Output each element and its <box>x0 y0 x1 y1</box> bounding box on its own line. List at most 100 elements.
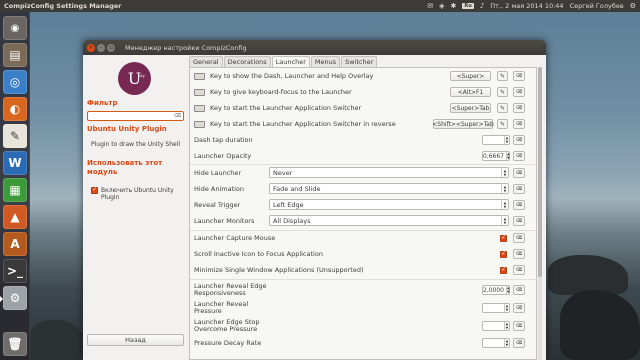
setting-row: Minimize Single Window Applications (Uns… <box>194 264 534 276</box>
dash-icon[interactable]: ◉ <box>3 16 27 40</box>
reset-icon[interactable]: ⌫ <box>513 233 525 243</box>
pressure-decay-rate-spinner[interactable]: ▲ ▼ <box>482 338 510 348</box>
user-name[interactable]: Сергей Голубев <box>570 2 624 10</box>
chevron-down-icon: ▲ ▼ <box>501 168 508 177</box>
window-titlebar[interactable]: × – ▫ Менеджер настройки CompizConfig <box>83 40 546 55</box>
maximize-icon[interactable]: ▫ <box>107 43 115 52</box>
bluetooth-icon[interactable]: ✱ <box>451 2 457 10</box>
edit-icon[interactable]: ✎ <box>497 119 508 129</box>
top-panel: CompizConfig Settings Manager ✉ ◈ ✱ Ru ♪… <box>0 0 640 12</box>
filter-heading: Фильтр <box>87 99 118 107</box>
setting-label: Hide Launcher <box>194 168 242 177</box>
hide-launcher-select[interactable]: Never ▲ ▼ <box>269 167 509 178</box>
reveal-trigger-select[interactable]: Left Edge ▲ ▼ <box>269 199 509 210</box>
chevron-down-icon: ▲ ▼ <box>501 184 508 193</box>
tab-switcher[interactable]: Switcher <box>341 56 378 67</box>
close-icon[interactable]: × <box>87 43 95 52</box>
reset-icon[interactable]: ⌫ <box>513 119 525 129</box>
setting-label: Launcher Reveal Pressure <box>194 300 249 315</box>
firefox-icon[interactable]: ◐ <box>3 97 27 121</box>
divider <box>190 164 538 165</box>
launcher-settings-panel: Key to show the Dash, Launcher and Help … <box>189 67 538 360</box>
scrollbar-thumb[interactable] <box>538 67 542 277</box>
volume-icon[interactable]: ♪ <box>480 2 484 10</box>
reset-icon[interactable]: ⌫ <box>513 200 525 210</box>
ccsm-icon[interactable]: ⚙ <box>0 286 27 310</box>
setting-label: Launcher Edge Stop Overcome Pressure <box>194 318 260 333</box>
files-icon[interactable]: ▤ <box>3 43 27 67</box>
reset-icon[interactable]: ⌫ <box>513 103 525 113</box>
setting-row: Scroll Inactive Icon to Focus Applicatio… <box>194 248 534 260</box>
reset-icon[interactable]: ⌫ <box>513 151 525 161</box>
key-binding-button[interactable]: <Shift><Super>Tab <box>432 119 494 129</box>
reset-icon[interactable]: ⌫ <box>513 249 525 259</box>
trash-icon[interactable]: 🗑 <box>3 332 27 356</box>
keyboard-icon <box>194 104 205 112</box>
plugin-sidebar: Unity Фильтр ⌫ Ubuntu Unity Plugin Plugi… <box>83 55 186 360</box>
text-editor-icon[interactable]: ✎ <box>3 124 27 148</box>
reset-icon[interactable]: ⌫ <box>513 285 525 295</box>
tab-general[interactable]: General <box>189 56 223 67</box>
setting-label: Hide Animation <box>194 184 245 193</box>
edit-icon[interactable]: ✎ <box>497 87 508 97</box>
tab-launcher[interactable]: Launcher <box>271 56 310 67</box>
checkbox-icon[interactable] <box>91 186 98 194</box>
minimize-icon[interactable]: – <box>97 43 105 52</box>
reset-icon[interactable]: ⌫ <box>513 87 525 97</box>
tab-decorations[interactable]: Decorations <box>223 56 271 67</box>
gear-icon[interactable]: ⚙ <box>630 2 636 10</box>
back-button[interactable]: Назад <box>87 334 184 346</box>
clear-filter-icon[interactable]: ⌫ <box>174 113 181 119</box>
terminal-icon[interactable]: >_ <box>3 259 27 283</box>
edit-icon[interactable]: ✎ <box>497 71 508 81</box>
setting-label: Pressure Decay Rate <box>194 338 262 347</box>
keyboard-icon <box>194 88 205 96</box>
hide-animation-select[interactable]: Fade and Slide ▲ ▼ <box>269 183 509 194</box>
filter-input[interactable]: ⌫ <box>87 111 184 121</box>
ubuntu-software-icon[interactable]: A <box>3 232 27 256</box>
reveal-pressure-spinner[interactable]: ▲ ▼ <box>482 303 510 313</box>
window-title: Менеджер настройки CompizConfig <box>125 43 247 52</box>
minimize-single-window-checkbox[interactable] <box>500 266 507 274</box>
reset-icon[interactable]: ⌫ <box>513 71 525 81</box>
libreoffice-impress-icon[interactable]: ▲ <box>3 205 27 229</box>
settings-scrollbar[interactable] <box>538 67 542 360</box>
reset-icon[interactable]: ⌫ <box>513 338 525 348</box>
launcher-opacity-spinner[interactable]: 0,6667 ▲ ▼ <box>482 151 510 161</box>
reset-icon[interactable]: ⌫ <box>513 168 525 178</box>
active-app-title: CompizConfig Settings Manager <box>4 2 122 10</box>
reset-icon[interactable]: ⌫ <box>513 303 525 313</box>
wallpaper-rock <box>548 255 628 295</box>
reset-icon[interactable]: ⌫ <box>513 135 525 145</box>
libreoffice-writer-icon[interactable]: W <box>3 151 27 175</box>
key-binding-button[interactable]: <Super> <box>450 71 491 81</box>
tab-menus[interactable]: Menus <box>310 56 341 67</box>
reveal-edge-responsiveness-spinner[interactable]: 2,0000 ▲ ▼ <box>482 285 510 295</box>
dash-tap-duration-spinner[interactable]: ▲ ▼ <box>482 135 510 145</box>
clock[interactable]: Пт., 2 мая 2014 10:44 <box>490 2 563 10</box>
key-binding-button[interactable]: <Alt>F1 <box>450 87 491 97</box>
reset-icon[interactable]: ⌫ <box>513 184 525 194</box>
keyboard-icon <box>194 72 205 80</box>
key-binding-button[interactable]: <Super>Tab <box>450 103 491 113</box>
chevron-down-icon: ▲ ▼ <box>501 200 508 209</box>
launcher-capture-mouse-checkbox[interactable] <box>500 234 507 242</box>
edit-icon[interactable]: ✎ <box>497 103 508 113</box>
setting-label: Launcher Opacity <box>194 151 252 160</box>
reset-icon[interactable]: ⌫ <box>513 321 525 331</box>
tab-bar: General Decorations Launcher Menus Switc… <box>189 56 544 67</box>
use-plugin-heading: Использовать этот модуль <box>87 159 163 176</box>
reset-icon[interactable]: ⌫ <box>513 265 525 275</box>
libreoffice-calc-icon[interactable]: ▦ <box>3 178 27 202</box>
reset-icon[interactable]: ⌫ <box>513 216 525 226</box>
edge-stop-pressure-spinner[interactable]: ▲ ▼ <box>482 321 510 331</box>
mail-icon[interactable]: ✉ <box>427 2 433 10</box>
network-icon[interactable]: ◈ <box>439 2 444 10</box>
keyboard-layout-indicator[interactable]: Ru <box>462 3 474 9</box>
chromium-icon[interactable]: ◎ <box>3 70 27 94</box>
ccsm-window: × – ▫ Менеджер настройки CompizConfig Un… <box>83 40 546 360</box>
scroll-inactive-icon-checkbox[interactable] <box>500 250 507 258</box>
enable-plugin-checkbox[interactable]: Включить Ubuntu Unity Plugin <box>91 186 182 201</box>
chevron-down-icon: ▲ ▼ <box>501 216 508 225</box>
launcher-monitors-select[interactable]: All Displays ▲ ▼ <box>269 215 509 226</box>
